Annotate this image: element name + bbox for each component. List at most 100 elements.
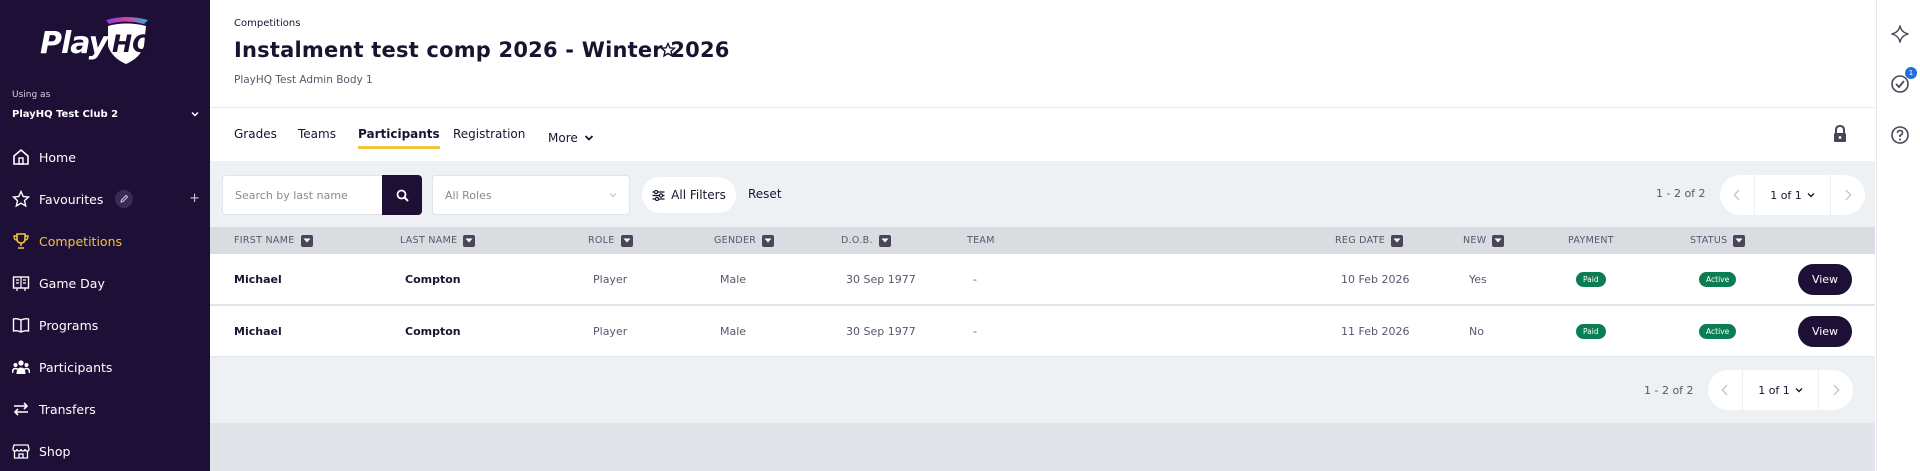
sort-dob-button[interactable]	[878, 234, 891, 247]
column-label: ROLE	[588, 235, 615, 246]
view-button[interactable]: View	[1798, 264, 1852, 295]
sidebar-item-game-day[interactable]: Game Day	[0, 262, 210, 304]
filter-sliders-icon	[652, 189, 665, 201]
using-as-label: Using as	[12, 90, 51, 100]
cell-last-name: Compton	[405, 273, 461, 286]
tasks-button[interactable]: 1	[1889, 67, 1917, 95]
page-indicator: 1 of 1	[1758, 383, 1790, 397]
organisation-name: PlayHQ Test Admin Body 1	[234, 74, 373, 86]
column-dob: D.O.B.	[841, 227, 891, 254]
sort-first-name-button[interactable]	[300, 234, 313, 247]
role-select-value: All Roles	[445, 188, 492, 202]
column-label: GENDER	[714, 235, 757, 246]
sidebar-item-transfers[interactable]: Transfers	[0, 388, 210, 430]
column-status: STATUS	[1690, 227, 1746, 254]
column-label: PAYMENT	[1568, 235, 1614, 246]
sidebar-item-label: Transfers	[39, 401, 96, 417]
role-select[interactable]: All Roles	[432, 175, 630, 215]
sidebar-item-programs[interactable]: Programs	[0, 304, 210, 346]
playhq-logo[interactable]: Play HQ	[40, 16, 155, 66]
sort-gender-button[interactable]	[762, 234, 775, 247]
add-favourite-button[interactable]: +	[189, 191, 200, 206]
favourite-star-icon[interactable]	[660, 42, 676, 58]
next-page-button[interactable]	[1819, 370, 1853, 410]
sidebar-item-label: Shop	[39, 443, 71, 459]
ai-assistant-button[interactable]	[1889, 23, 1911, 45]
search-input[interactable]	[222, 175, 382, 215]
sidebar-item-label: Participants	[39, 359, 113, 375]
cell-new: Yes	[1469, 273, 1487, 286]
lock-icon[interactable]	[1830, 124, 1850, 144]
tab-grades[interactable]: Grades	[234, 127, 277, 149]
tab-more[interactable]: More	[548, 127, 594, 149]
sidebar-item-label: Programs	[39, 317, 99, 333]
sort-new-button[interactable]	[1492, 234, 1505, 247]
pencil-icon	[120, 194, 129, 203]
sort-status-button[interactable]	[1733, 234, 1746, 247]
sidebar-item-label: Game Day	[39, 275, 105, 291]
results-count: 1 - 2 of 2	[1656, 187, 1706, 200]
page-header: Competitions Instalment test comp 2026 -…	[210, 0, 1875, 108]
caret-down-icon	[764, 238, 772, 243]
caret-down-icon	[623, 238, 631, 243]
sidebar-item-favourites[interactable]: Favourites +	[0, 178, 210, 220]
sparkle-icon	[1891, 25, 1909, 43]
cell-first-name: Michael	[234, 273, 282, 286]
tab-bar: Grades Teams Participants Registration M…	[210, 108, 1875, 161]
page-select[interactable]: 1 of 1	[1742, 370, 1819, 410]
caret-down-icon	[465, 238, 473, 243]
chevron-down-icon	[1795, 388, 1803, 393]
view-button[interactable]: View	[1798, 316, 1852, 347]
help-button[interactable]	[1889, 124, 1911, 146]
cell-role: Player	[593, 325, 628, 338]
caret-down-icon	[1393, 238, 1401, 243]
club-name: PlayHQ Test Club 2	[12, 108, 119, 120]
sidebar-item-home[interactable]: Home	[0, 136, 210, 178]
prev-page-button[interactable]	[1708, 370, 1742, 410]
pagination-bottom: 1 of 1	[1708, 370, 1853, 410]
sidebar-item-competitions[interactable]: Competitions	[0, 220, 210, 262]
tab-teams[interactable]: Teams	[298, 127, 336, 149]
all-filters-button[interactable]: All Filters	[642, 177, 736, 213]
cell-role: Player	[593, 273, 628, 286]
table-row: Michael Compton Player Male 30 Sep 1977 …	[210, 254, 1875, 305]
chevron-down-icon	[584, 135, 593, 141]
column-label: STATUS	[1690, 235, 1728, 246]
edit-favourites-button[interactable]	[115, 190, 134, 208]
search-icon	[396, 189, 409, 202]
sidebar: Play HQ Using as PlayHQ Test Club 2 Home	[0, 0, 210, 471]
column-payment: PAYMENT	[1568, 227, 1614, 254]
next-page-button[interactable]	[1831, 175, 1865, 215]
column-role: ROLE	[588, 227, 633, 254]
notification-badge: 1	[1905, 67, 1917, 79]
column-last-name: LAST NAME	[400, 227, 476, 254]
reset-button[interactable]: Reset	[748, 187, 782, 201]
cell-payment: Paid	[1576, 254, 1606, 305]
column-label: LAST NAME	[400, 235, 458, 246]
chevron-down-icon	[609, 193, 617, 198]
breadcrumb[interactable]: Competitions	[234, 18, 300, 29]
sort-last-name-button[interactable]	[463, 234, 476, 247]
caret-down-icon	[303, 238, 311, 243]
sort-reg-date-button[interactable]	[1391, 234, 1404, 247]
tab-registration[interactable]: Registration	[453, 127, 525, 149]
cell-payment: Paid	[1576, 306, 1606, 357]
tab-participants[interactable]: Participants	[358, 127, 440, 149]
column-gender: GENDER	[714, 227, 775, 254]
page-select[interactable]: 1 of 1	[1754, 175, 1831, 215]
club-switcher[interactable]: PlayHQ Test Club 2	[12, 106, 200, 122]
scoreboard-icon	[11, 273, 31, 293]
book-icon	[11, 315, 31, 335]
sidebar-item-shop[interactable]: Shop	[0, 430, 210, 471]
help-icon	[1891, 126, 1909, 144]
sidebar-item-participants[interactable]: Participants	[0, 346, 210, 388]
logo-text: Play	[40, 26, 108, 61]
pagination-top: 1 of 1	[1720, 175, 1865, 215]
chevron-down-icon	[191, 111, 199, 117]
cell-last-name: Compton	[405, 325, 461, 338]
column-new: NEW	[1463, 227, 1505, 254]
prev-page-button[interactable]	[1720, 175, 1754, 215]
sort-role-button[interactable]	[620, 234, 633, 247]
search-button[interactable]	[382, 175, 422, 215]
column-first-name: FIRST NAME	[234, 227, 313, 254]
